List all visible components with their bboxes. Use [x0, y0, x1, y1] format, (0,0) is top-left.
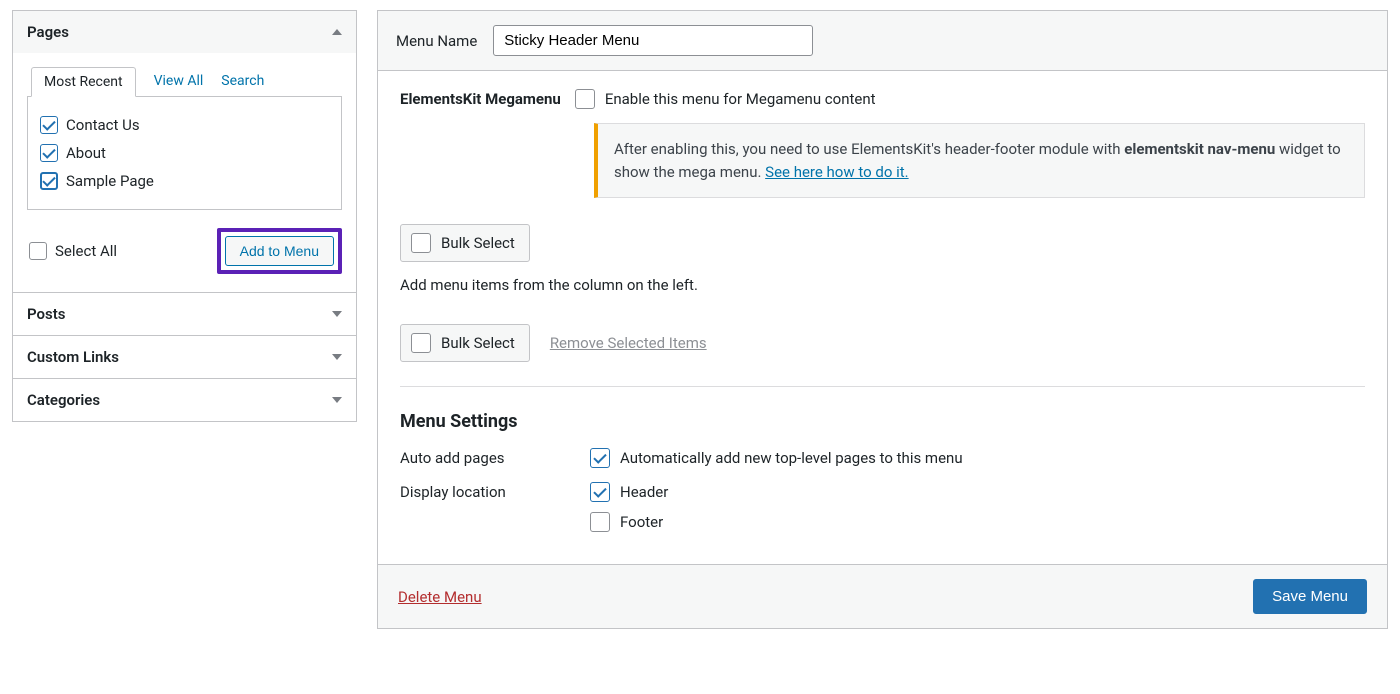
display-location-footer-label: Footer [620, 513, 663, 531]
auto-add-pages-option: Automatically add new top-level pages to… [620, 449, 963, 467]
pages-panel-header[interactable]: Pages [13, 11, 356, 53]
menu-settings-title: Menu Settings [400, 411, 1365, 432]
megamenu-checkbox[interactable] [575, 89, 595, 109]
menu-name-label: Menu Name [396, 32, 477, 50]
pages-panel-title: Pages [27, 23, 69, 41]
posts-panel-header[interactable]: Posts [13, 293, 356, 335]
display-location-header-checkbox[interactable] [590, 482, 610, 502]
bulk-select-top[interactable]: Bulk Select [400, 224, 530, 262]
display-location-header-label: Header [620, 483, 668, 501]
bulk-select-checkbox[interactable] [411, 333, 431, 353]
megamenu-checkbox-label: Enable this menu for Megamenu content [605, 90, 876, 108]
megamenu-label: ElementsKit Megamenu [400, 89, 561, 108]
megamenu-notice: After enabling this, you need to use Ele… [594, 123, 1365, 198]
checkbox-icon[interactable] [40, 116, 58, 134]
auto-add-pages-label: Auto add pages [400, 448, 590, 467]
auto-add-pages-checkbox[interactable] [590, 448, 610, 468]
checkbox-icon[interactable] [40, 144, 58, 162]
custom-links-panel-title: Custom Links [27, 348, 119, 366]
delete-menu-link[interactable]: Delete Menu [398, 588, 482, 606]
page-item-label: Sample Page [66, 172, 154, 190]
categories-panel-header[interactable]: Categories [13, 379, 356, 421]
page-item-label: About [66, 144, 106, 162]
highlight-annotation: Add to Menu [217, 228, 342, 274]
checkbox-icon[interactable] [40, 172, 58, 190]
posts-panel-title: Posts [27, 305, 65, 323]
bulk-select-bottom[interactable]: Bulk Select [400, 324, 530, 362]
notice-link[interactable]: See here how to do it. [765, 163, 908, 181]
expand-icon [332, 397, 342, 403]
page-item[interactable]: Sample Page [40, 167, 329, 195]
empty-menu-hint: Add menu items from the column on the le… [400, 276, 1365, 294]
categories-panel-title: Categories [27, 391, 100, 409]
remove-selected-items: Remove Selected Items [550, 334, 707, 352]
expand-icon [332, 311, 342, 317]
custom-links-panel-header[interactable]: Custom Links [13, 336, 356, 378]
collapse-icon [332, 29, 342, 35]
bulk-select-label: Bulk Select [441, 234, 515, 252]
select-all-label: Select All [55, 242, 117, 260]
tab-search[interactable]: Search [221, 67, 264, 96]
select-all-checkbox[interactable] [29, 242, 47, 260]
page-item[interactable]: About [40, 139, 329, 167]
save-menu-button[interactable]: Save Menu [1253, 579, 1367, 614]
display-location-footer-checkbox[interactable] [590, 512, 610, 532]
menu-name-input[interactable] [493, 25, 813, 56]
display-location-label: Display location [400, 482, 590, 501]
tab-most-recent[interactable]: Most Recent [31, 67, 136, 97]
tab-view-all[interactable]: View All [154, 67, 204, 96]
bulk-select-checkbox[interactable] [411, 233, 431, 253]
page-item[interactable]: Contact Us [40, 111, 329, 139]
bulk-select-label: Bulk Select [441, 334, 515, 352]
page-item-label: Contact Us [66, 116, 140, 134]
add-to-menu-button[interactable]: Add to Menu [225, 236, 334, 266]
expand-icon [332, 354, 342, 360]
